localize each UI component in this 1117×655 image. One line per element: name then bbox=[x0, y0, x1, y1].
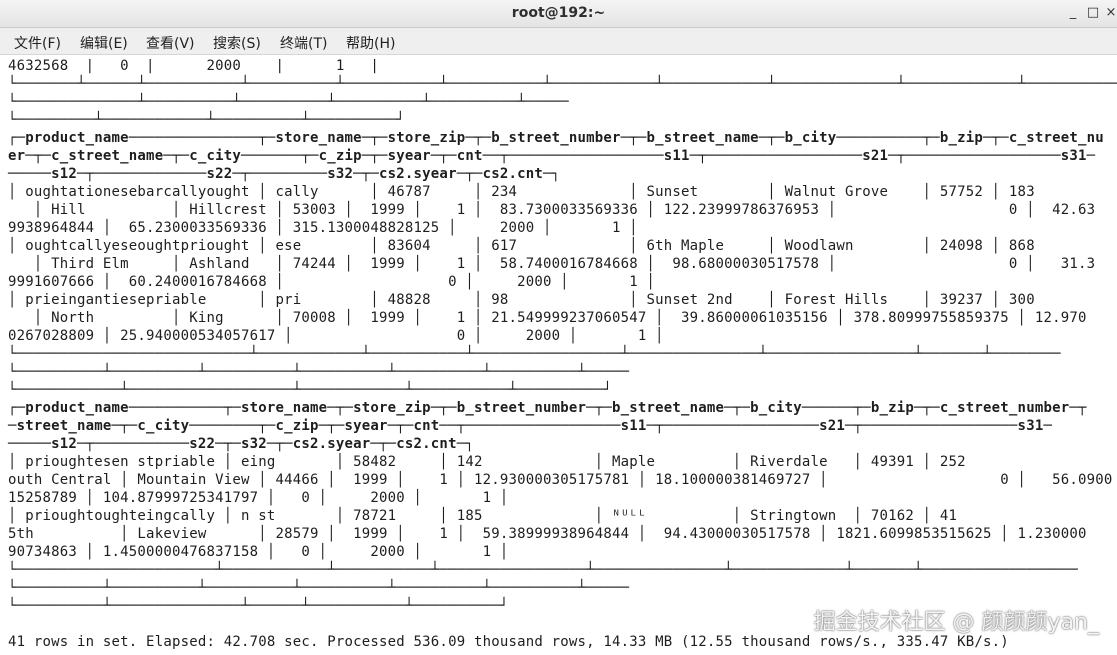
terminal-line: │ Hill │ Hillcrest │ 53003 │ 1999 │ 1 │ … bbox=[8, 202, 1096, 218]
menu-search[interactable]: 搜索(S) bbox=[213, 33, 261, 53]
menu-edit[interactable]: 编辑(E) bbox=[80, 33, 128, 53]
terminal-output[interactable]: 4632568 | 0 | 2000 | 1 | └───────┴──────┴… bbox=[0, 55, 1117, 655]
terminal-line: │ Third Elm │ Ashland │ 74244 │ 1999 │ 1… bbox=[8, 256, 1096, 272]
terminal-line: │ oughtcallyeseoughtpriought │ ese │ 836… bbox=[8, 238, 1035, 254]
terminal-line: └──────────┴──────────┴──────────┴──────… bbox=[8, 580, 630, 596]
terminal-line: └────────────┴───────────────────┴──────… bbox=[8, 382, 613, 398]
terminal-line: │ oughtationesebarcallyought │ cally │ 4… bbox=[8, 184, 1035, 200]
terminal-line: │ North │ King │ 70008 │ 1999 │ 1 │ 21.5… bbox=[8, 310, 1087, 326]
terminal-line: └───────────────────────┴────────────┴──… bbox=[8, 562, 1078, 578]
terminal-line: ┌─product_name───────────────┬─store_nam… bbox=[8, 130, 1104, 146]
maximize-button[interactable]: □ bbox=[1083, 3, 1103, 23]
terminal-line: │ prioughtoughteingcally │ n st │ 78721 … bbox=[8, 508, 958, 524]
window-title: root@192:~ bbox=[511, 5, 606, 21]
terminal-line: 9938964844 │ 65.2300033569336 │ 315.1300… bbox=[8, 220, 638, 236]
menu-terminal[interactable]: 终端(T) bbox=[280, 33, 327, 53]
terminal-line: └──────────┴──────────┴──────────┴──────… bbox=[8, 364, 630, 380]
terminal-line: └─────────┴────────────┴──────────┴─────… bbox=[8, 112, 405, 128]
terminal-line: 0267028809 │ 25.940000534057617 │ 0 │ 20… bbox=[8, 328, 664, 344]
menu-view[interactable]: 查看(V) bbox=[146, 33, 195, 53]
window-titlebar[interactable]: root@192:~ _ □ × bbox=[0, 0, 1117, 28]
terminal-line: 5th │ Lakeview │ 28579 │ 1999 │ 1 │ 59.3… bbox=[8, 526, 1087, 542]
terminal-line: ─────s12─┬─────────────s22─┬─────────s32… bbox=[8, 166, 561, 182]
menu-bar: 文件(F) 编辑(E) 查看(V) 搜索(S) 终端(T) 帮助(H) bbox=[0, 28, 1117, 55]
terminal-line: │ prioughtesen stpriable │ eing │ 58482 … bbox=[8, 454, 966, 470]
close-button[interactable]: × bbox=[1101, 3, 1117, 23]
terminal-line: ─street_name─┬─c_city────────┬─c_zip─┬─s… bbox=[8, 418, 1053, 434]
terminal-line: 4632568 | 0 | 2000 | 1 | bbox=[8, 58, 380, 74]
terminal-line: er─┬─c_street_name─┬─c_city───────┬─c_zi… bbox=[8, 148, 1096, 164]
menu-file[interactable]: 文件(F) bbox=[14, 33, 61, 53]
terminal-line: └──────────┴───────────────┴──────┴─────… bbox=[8, 598, 509, 614]
minimize-button[interactable]: _ bbox=[1063, 3, 1083, 23]
terminal-line: └───────────────────────────┴───────────… bbox=[8, 346, 1061, 362]
terminal-line: ─────s12─┬───────────s22─┬─s32─┬─cs2.sye… bbox=[8, 436, 474, 452]
terminal-line: └──────────────┴──────────┴──────────┴──… bbox=[8, 94, 569, 110]
terminal-line: ┌─product_name───────────┬─store_name─┬─… bbox=[8, 400, 1087, 416]
terminal-line: outh Central │ Mountain View │ 44466 │ 1… bbox=[8, 472, 1113, 488]
terminal-line: 9991607666 │ 60.2400016784668 │ 0 │ 2000… bbox=[8, 274, 656, 290]
terminal-line: 90734863 │ 1.4500000476837158 │ 0 │ 2000… bbox=[8, 544, 509, 560]
watermark-text: 掘金技术社区 @ 颜颜颜yan_ bbox=[813, 610, 1099, 635]
terminal-line: 15258789 │ 104.87999725341797 │ 0 │ 2000… bbox=[8, 490, 509, 506]
terminal-line: │ prieingantiesepriable │ pri │ 48828 │ … bbox=[8, 292, 1035, 308]
menu-help[interactable]: 帮助(H) bbox=[346, 33, 395, 53]
terminal-line: └───────┴──────┴───────────┴──────────┴─… bbox=[8, 76, 1117, 92]
